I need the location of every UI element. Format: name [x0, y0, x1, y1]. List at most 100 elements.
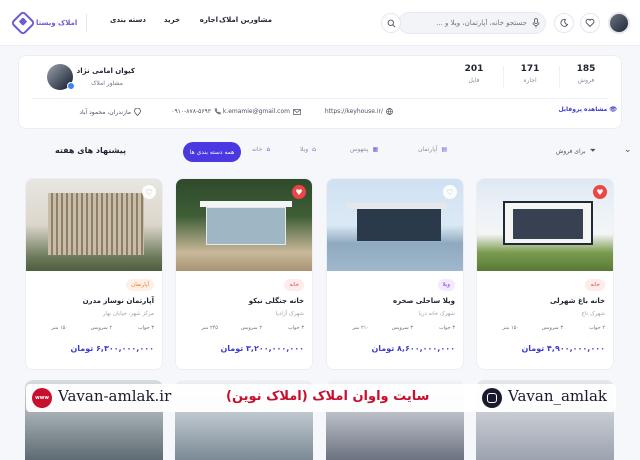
email-text: k.emamie@gmail.com [222, 108, 290, 115]
listing-card[interactable]: ♡ آپارتمان آپارتمان نوساز مدرن مرکز شهر،… [25, 178, 163, 370]
favorites-button[interactable] [580, 13, 600, 33]
all-categories-button[interactable]: همه دسته بندی ها [183, 142, 241, 162]
globe-icon [386, 108, 393, 115]
listing-address: شهرک آزادیا [275, 311, 304, 317]
search-button[interactable] [381, 13, 401, 33]
heart-icon: ♥ [295, 187, 303, 197]
nav-categories[interactable]: دسته بندی [110, 16, 146, 24]
search-icon [387, 19, 395, 27]
www-icon: www [32, 388, 52, 408]
listing-title: آپارتمان نوساز مدرن [82, 297, 154, 305]
heart-icon: ♡ [446, 187, 454, 197]
logo-icon [10, 10, 36, 36]
area: ۱۵۰ متر [502, 325, 519, 331]
eye-icon: 👁 [607, 106, 617, 113]
sort-dropdown[interactable]: ⏷ برای فروش [556, 146, 596, 156]
agent-name: کیوان امامی نژاد [76, 67, 135, 75]
filter-penthouse[interactable]: ▦ پنتهوس [350, 146, 378, 153]
agent-role: مشاور املاک [91, 80, 123, 87]
chevron-down-icon[interactable]: ⌄ [624, 145, 632, 155]
listing-card[interactable]: ♡ ویلا ویلا ساحلی صخره شهرک خانه دریا ۳ … [326, 178, 464, 370]
listing-title: ویلا ساحلی صخره [393, 297, 455, 305]
theme-toggle-button[interactable] [554, 13, 574, 33]
stat-files: 201 فایل [449, 64, 499, 84]
heart-icon: ♥ [596, 187, 604, 197]
listing-address: شهرک خانه دریا [418, 311, 455, 317]
type-label: خانه [289, 282, 299, 288]
banner-site: Vavan-amlak.ir [58, 387, 172, 405]
filter-bar: پیشنهاد های هفته همه دسته بندی ها ⌂ خانه … [0, 138, 640, 168]
favorite-button[interactable]: ♡ [443, 185, 457, 199]
phone-text: ۰۹۱۰-۸۷۸-۵۶۹۳ [171, 108, 211, 115]
banner-handle: Vavan_amlak [508, 387, 607, 405]
verified-icon [67, 82, 75, 90]
agent-website[interactable]: https://keyhouse.ir/ [325, 108, 393, 115]
filter-icon: ⏷ [589, 146, 597, 155]
bathrooms: ۳ سرویس [541, 325, 563, 331]
sort-label: برای فروش [556, 147, 586, 155]
filter-house[interactable]: ⌂ خانه [252, 146, 270, 153]
bedrooms: ۳ خواب [287, 325, 304, 331]
listing-price: ۸,۶۰۰,۰۰۰,۰۰۰ تومان [371, 344, 455, 353]
logo-text: املاک ویستا [36, 19, 78, 27]
moon-icon [560, 18, 569, 27]
agent-phone[interactable]: ۰۹۱۰-۸۷۸-۵۶۹۳ [171, 108, 221, 115]
apartment-icon: ▤ [441, 146, 448, 153]
stat-value: 185 [576, 64, 596, 74]
listing-address: شهرک ناج [581, 311, 605, 317]
filter-villa[interactable]: ⌂ ویلا [300, 146, 316, 153]
user-avatar[interactable] [608, 12, 630, 34]
instagram-icon [482, 388, 502, 408]
bathrooms: ۲ سرویس [240, 325, 262, 331]
area: ۲۴۵ متر [201, 325, 218, 331]
listing-price: ۶,۳۰۰,۰۰۰,۰۰۰ تومان [70, 344, 154, 353]
bedrooms: ۲ خواب [588, 325, 605, 331]
website-text: https://keyhouse.ir/ [324, 108, 383, 115]
type-label: ویلا [442, 282, 450, 288]
listing-card[interactable]: ♥ خانه خانه جنگلی نیکو شهرک آزادیا ۳ خوا… [175, 178, 313, 370]
banner-title: سایت واوان املاک (املاک نوین) [226, 389, 430, 404]
area: ۱۵۰ متر [51, 325, 68, 331]
stat-value: 171 [520, 64, 540, 74]
listing-title: خانه جنگلی نیکو [248, 297, 304, 305]
agent-email[interactable]: k.emamie@gmail.com [223, 108, 301, 115]
view-profile-link[interactable]: 👁 مشاهده پروفایل [558, 106, 617, 113]
top-header: مشاورین املاک اجاره خرید دسته بندی املاک… [0, 0, 640, 46]
favorite-button[interactable]: ♥ [292, 185, 306, 199]
stat-label: فایل [468, 77, 480, 84]
nav-rent[interactable]: اجاره [200, 16, 218, 24]
agent-address: مازندران، محمود آباد [79, 108, 141, 116]
favorite-button[interactable]: ♡ [142, 185, 156, 199]
listing-title: خانه باغ شهرلی [549, 297, 605, 305]
bedrooms: ۳ خواب [438, 325, 455, 331]
stat-value: 201 [464, 64, 484, 74]
type-badge: خانه [284, 279, 304, 291]
filter-label: پنتهوس [350, 146, 369, 153]
bedrooms: ۳ خواب [137, 325, 154, 331]
listing-address: مرکز شهر، خیابان بهار [102, 311, 154, 317]
site-logo[interactable]: املاک ویستا [10, 10, 78, 36]
heart-icon: ♡ [145, 187, 153, 197]
favorite-button[interactable]: ♥ [593, 185, 607, 199]
mail-icon [293, 108, 301, 115]
heart-icon [585, 18, 595, 28]
type-label: آپارتمان [131, 282, 149, 288]
address-text: مازندران، محمود آباد [79, 108, 131, 116]
agent-profile-card: کیوان امامی نژاد مشاور املاک 185 فروش 17… [18, 55, 622, 129]
type-badge: خانه [585, 279, 605, 291]
search-input[interactable] [417, 16, 527, 30]
view-profile-label: مشاهده پروفایل [558, 106, 608, 113]
type-badge: ویلا [437, 279, 455, 291]
nav-buy[interactable]: خرید [164, 16, 180, 24]
type-label: خانه [590, 282, 600, 288]
listing-card[interactable]: ♥ خانه خانه باغ شهرلی شهرک ناج ۲ خواب ۳ … [476, 178, 614, 370]
microphone-icon[interactable] [532, 18, 540, 28]
watermark-banner: www Vavan-amlak.ir سایت واوان املاک (امل… [26, 384, 616, 412]
search-bar [381, 12, 546, 34]
filter-label: آپارتمان [418, 146, 438, 153]
stat-divider [559, 66, 560, 88]
stat-rent: 171 اجاره [505, 64, 555, 84]
nav-agents[interactable]: مشاورین املاک [219, 16, 272, 24]
filter-apartment[interactable]: ▤ آپارتمان [418, 146, 447, 153]
stat-divider [503, 66, 504, 88]
